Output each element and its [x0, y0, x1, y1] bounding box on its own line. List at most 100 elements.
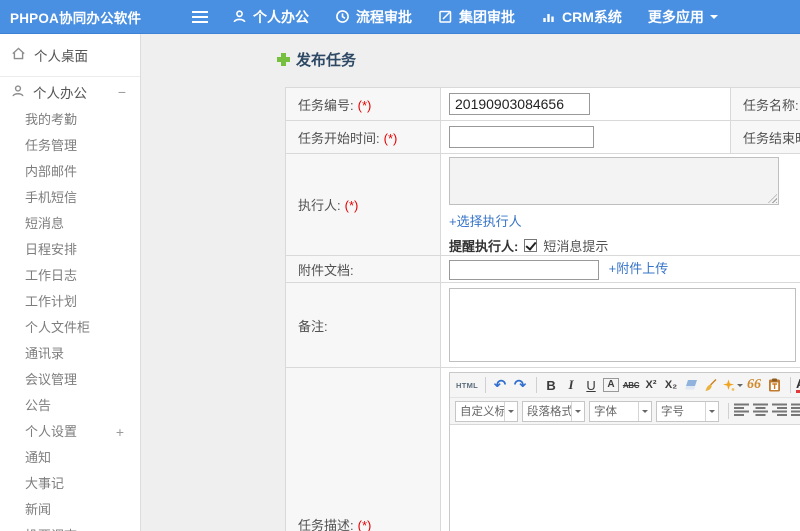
task-number-input[interactable] — [449, 93, 590, 115]
nav-item-process-approval[interactable]: 流程审批 — [335, 7, 412, 27]
top-bar: PHPOA协同办公软件 个人办公 流程审批 集团审批 CRM系统 更多应用 — [0, 0, 800, 34]
sidebar-item[interactable]: 通讯录 — [0, 341, 140, 367]
sidebar-item[interactable]: 日程安排 — [0, 237, 140, 263]
eraser-icon[interactable] — [682, 375, 700, 396]
collapse-icon[interactable]: − — [118, 84, 126, 100]
nav-label: CRM系统 — [562, 8, 622, 25]
editor-content[interactable] — [450, 425, 800, 531]
nav-label: 个人办公 — [253, 8, 309, 25]
main-content: 发布任务 任务编号:(*) 任务名称:(*) 任务开始时间:(*) — [141, 34, 800, 531]
sidebar-section-personal-office[interactable]: 个人办公 − — [0, 77, 140, 107]
align-left-icon[interactable] — [734, 403, 749, 419]
sidebar-item-label: 日程安排 — [25, 242, 78, 257]
sidebar: 个人桌面 个人办公 − 我的考勤 任务管理 内部邮件 手机短信 短消息 日程安排… — [0, 34, 141, 531]
editor-dropdown[interactable]: 段落格式 — [522, 400, 585, 422]
sidebar-item[interactable]: 内部邮件 — [0, 159, 140, 185]
bold-button[interactable]: B — [542, 375, 560, 396]
editor-dropdown[interactable]: 自定义标题 — [455, 400, 518, 422]
sidebar-item-label: 个人桌面 — [34, 49, 88, 64]
nav-item-personal-office[interactable]: 个人办公 — [232, 7, 309, 27]
page-title: 发布任务 — [296, 52, 357, 69]
nav-item-crm[interactable]: CRM系统 — [541, 7, 622, 27]
sidebar-item-label: 短消息 — [25, 216, 65, 231]
sidebar-item[interactable]: 个人设置 + — [0, 419, 140, 445]
sidebar-item[interactable]: 手机短信 — [0, 185, 140, 211]
process-approval-icon — [335, 9, 350, 24]
sidebar-item-label: 手机短信 — [25, 190, 78, 205]
sidebar-item[interactable]: 通知 — [0, 445, 140, 471]
blockquote-button[interactable]: 66 — [745, 375, 763, 396]
toolbar-separator — [485, 377, 487, 393]
editor-dropdowns: 自定义标题 段落格式 — [455, 400, 723, 422]
editor-dropdown[interactable]: 字体 — [589, 400, 652, 422]
task-name-label: 任务名称:(*) — [730, 87, 800, 121]
sidebar-item[interactable]: 个人文件柜 — [0, 315, 140, 341]
sidebar-item[interactable]: 公告 — [0, 393, 140, 419]
nav-item-group-approval[interactable]: 集团审批 — [438, 7, 515, 27]
align-right-icon[interactable] — [772, 403, 787, 419]
description-label: 任务描述: (*) — [285, 367, 441, 531]
expand-icon[interactable]: + — [116, 419, 124, 445]
sidebar-item[interactable]: 工作计划 — [0, 289, 140, 315]
nav-item-more-apps[interactable]: 更多应用 — [648, 7, 718, 27]
nav-label: 集团审批 — [459, 8, 515, 25]
bar-chart-icon — [541, 9, 556, 24]
strikethrough-button[interactable]: ABC — [622, 375, 640, 396]
sidebar-item[interactable]: 投票调查 — [0, 523, 140, 531]
sidebar-item[interactable]: 短消息 — [0, 211, 140, 237]
sms-remind-checkbox[interactable] — [524, 239, 538, 252]
remark-label: 备注: — [285, 282, 441, 368]
row-remark: 备注: — [285, 282, 800, 368]
sidebar-item-label: 工作计划 — [25, 294, 78, 309]
row-executor: 执行人: (*) +选择执行人 提醒执行人: 短消息提示 — [285, 153, 800, 256]
sidebar-item[interactable]: 任务管理 — [0, 133, 140, 159]
superscript-button[interactable]: X² — [642, 375, 660, 396]
sidebar-item[interactable]: 我的考勤 — [0, 107, 140, 133]
editor-toolbar-row1: HTML ↶ ↷ B I U A ABC X² X₂ 66 — [450, 373, 800, 398]
redo-icon[interactable]: ↷ — [511, 375, 529, 396]
rich-text-editor: HTML ↶ ↷ B I U A ABC X² X₂ 66 自定义标 段落格式 … — [449, 372, 800, 531]
sidebar-item[interactable]: 大事记 — [0, 471, 140, 497]
choose-executor-link[interactable]: +选择执行人 — [449, 214, 522, 229]
format-brush-icon[interactable] — [702, 375, 720, 396]
sidebar-item-label: 通知 — [25, 450, 52, 465]
executor-textarea[interactable] — [449, 157, 779, 205]
undo-icon[interactable]: ↶ — [491, 375, 509, 396]
sidebar-item[interactable]: 工作日志 — [0, 263, 140, 289]
caret-down-icon — [504, 401, 517, 421]
editor-dropdown[interactable]: 字号 — [656, 400, 719, 422]
sidebar-item-label: 通讯录 — [25, 346, 65, 361]
toolbar-separator — [536, 377, 538, 393]
sidebar-item-label: 任务管理 — [25, 138, 78, 153]
font-style-button[interactable]: A — [603, 378, 619, 392]
html-source-button[interactable]: HTML — [456, 375, 478, 396]
subscript-button[interactable]: X₂ — [662, 375, 680, 396]
italic-button[interactable]: I — [562, 375, 580, 396]
attachment-label: 附件文档: — [285, 255, 441, 283]
required-star: (*) — [383, 130, 398, 146]
font-color-button[interactable]: A — [796, 375, 800, 396]
nav-label: 更多应用 — [647, 8, 704, 25]
hamburger-menu-icon[interactable] — [192, 10, 208, 23]
start-time-input[interactable] — [449, 126, 594, 148]
dropdown-label: 段落格式 — [527, 406, 571, 418]
auto-typeset-icon[interactable] — [722, 375, 744, 396]
sidebar-item[interactable]: 会议管理 — [0, 367, 140, 393]
attachment-upload-link[interactable]: +附件上传 — [609, 261, 669, 276]
remind-executor-label: 提醒执行人: — [449, 239, 519, 254]
align-center-icon[interactable] — [753, 403, 768, 419]
align-justify-icon[interactable] — [791, 403, 800, 419]
attachment-input[interactable] — [449, 259, 599, 280]
remark-textarea[interactable] — [449, 288, 796, 362]
sms-remind-label: 短消息提示 — [543, 239, 609, 254]
editor-toolbar-row2: 自定义标题 段落格式 — [450, 398, 800, 425]
caret-down-icon — [709, 14, 718, 23]
paste-icon[interactable] — [765, 375, 783, 396]
sidebar-item[interactable]: 新闻 — [0, 497, 140, 523]
row-task-time: 任务开始时间:(*) 任务结束时间:(*) — [285, 120, 800, 154]
caret-down-icon — [638, 401, 651, 421]
underline-button[interactable]: U — [582, 375, 600, 396]
end-time-label: 任务结束时间:(*) — [730, 120, 800, 154]
sidebar-item-personal-desktop[interactable]: 个人桌面 — [0, 34, 140, 76]
toolbar-separator — [790, 377, 792, 393]
